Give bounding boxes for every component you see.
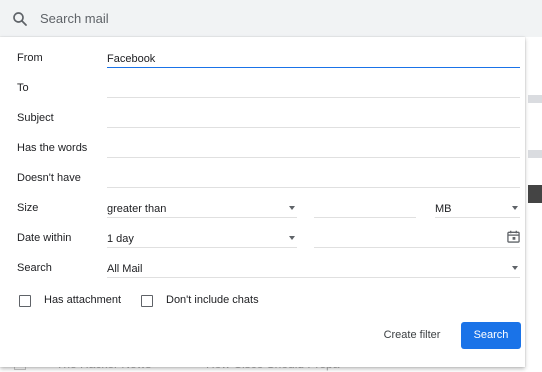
to-field[interactable]	[107, 75, 520, 98]
date-field[interactable]	[314, 225, 520, 248]
size-operator-dropdown[interactable]: greater than	[107, 195, 297, 218]
search-button[interactable]: Search	[461, 322, 521, 349]
doesnt-have-row: Doesn't have	[0, 165, 525, 195]
size-unit-value: MB	[435, 203, 452, 215]
chevron-down-icon	[512, 206, 518, 210]
dont-include-chats-label[interactable]: Don't include chats	[166, 294, 259, 306]
to-row: To	[0, 75, 525, 105]
to-label: To	[17, 82, 29, 94]
size-unit-dropdown[interactable]: MB	[435, 195, 520, 218]
size-value-field[interactable]	[314, 195, 416, 218]
chevron-down-icon	[289, 206, 295, 210]
advanced-search-panel: From Facebook To Subject Has the words D…	[0, 37, 525, 367]
doesnt-have-field[interactable]	[107, 165, 520, 188]
dont-include-chats-checkbox[interactable]	[141, 295, 153, 307]
has-words-row: Has the words	[0, 135, 525, 165]
size-label: Size	[17, 202, 39, 214]
has-attachment-checkbox[interactable]	[19, 295, 31, 307]
search-input[interactable]: Search mail	[40, 11, 109, 26]
search-in-row: Search All Mail	[0, 255, 525, 285]
chevron-down-icon	[289, 236, 295, 240]
search-in-value: All Mail	[107, 263, 143, 275]
search-bar[interactable]: Search mail	[0, 0, 542, 37]
from-field[interactable]: Facebook	[107, 45, 520, 68]
from-value: Facebook	[107, 53, 156, 65]
subject-field[interactable]	[107, 105, 520, 128]
search-in-label: Search	[17, 262, 52, 274]
doesnt-have-label: Doesn't have	[17, 172, 81, 184]
date-within-value: 1 day	[107, 233, 134, 245]
size-operator-value: greater than	[107, 203, 167, 215]
create-filter-button[interactable]: Create filter	[370, 322, 454, 348]
chevron-down-icon	[512, 266, 518, 270]
search-in-dropdown[interactable]: All Mail	[107, 255, 520, 278]
subject-row: Subject	[0, 105, 525, 135]
date-within-row: Date within 1 day	[0, 225, 525, 255]
calendar-icon[interactable]	[507, 230, 520, 243]
date-within-label: Date within	[17, 232, 72, 244]
size-row: Size greater than MB	[0, 195, 525, 225]
date-within-dropdown[interactable]: 1 day	[107, 225, 297, 248]
background-edge	[528, 150, 542, 158]
has-words-label: Has the words	[17, 142, 88, 154]
from-label: From	[17, 52, 43, 64]
search-icon[interactable]	[11, 10, 29, 28]
has-words-field[interactable]	[107, 135, 520, 158]
background-edge	[528, 95, 542, 103]
background-edge	[528, 185, 542, 203]
from-row: From Facebook	[0, 45, 525, 75]
subject-label: Subject	[17, 112, 54, 124]
has-attachment-label[interactable]: Has attachment	[44, 294, 121, 306]
